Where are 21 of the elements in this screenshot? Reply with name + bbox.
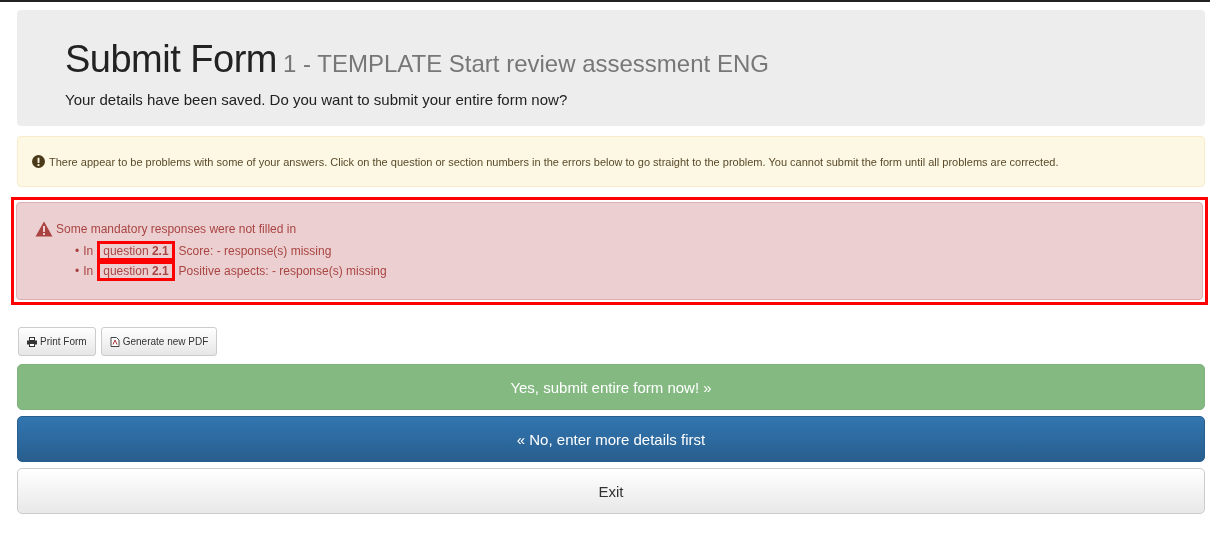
exit-button[interactable]: Exit — [17, 468, 1205, 514]
printer-icon — [27, 336, 37, 347]
error-detail: Positive aspects: - response(s) missing — [178, 263, 387, 280]
page-title: Submit Form — [65, 38, 277, 80]
saved-message: Your details have been saved. Do you want to submit your entire form now? — [65, 91, 569, 108]
pdf-file-icon — [109, 336, 120, 347]
form-name: 1 - TEMPLATE Start review assessment ENG — [283, 50, 769, 77]
question-link[interactable]: question 2.1 — [97, 261, 175, 281]
error-prefix: In — [83, 243, 94, 260]
warning-text: There appear to be problems with some of your answers. Click on the question or section numbers in the errors below to go straight to the problem. You cannot submit the form until all problems are corrected. — [49, 155, 1059, 168]
question-link[interactable]: question 2.1 — [97, 241, 175, 261]
pdf-button[interactable]: Generate new PDF — [100, 327, 218, 356]
exclamation-icon — [32, 155, 45, 168]
print-button[interactable]: Print Form — [18, 327, 96, 356]
error-heading: Some mandatory responses were not filled in — [56, 222, 297, 236]
bullet: • — [75, 263, 80, 280]
warning-icon — [35, 221, 53, 237]
back-button[interactable]: « No, enter more details first — [17, 416, 1205, 462]
error-detail: Score: - response(s) missing — [178, 243, 332, 260]
bullet: • — [75, 243, 80, 260]
error-prefix: In — [83, 263, 94, 280]
